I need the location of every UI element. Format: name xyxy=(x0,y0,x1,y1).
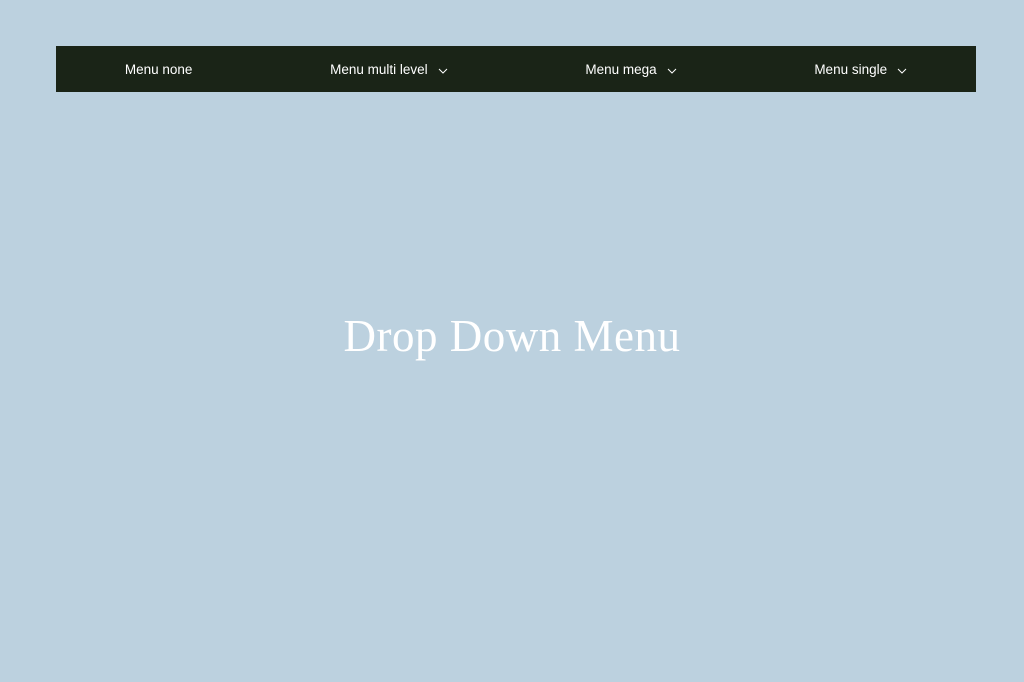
nav-item-menu-single[interactable]: Menu single xyxy=(814,62,907,77)
nav-label: Menu mega xyxy=(585,62,656,77)
main-nav: Menu none Menu multi level Menu mega Men… xyxy=(56,46,976,92)
nav-item-menu-mega[interactable]: Menu mega xyxy=(585,62,676,77)
chevron-down-icon xyxy=(897,68,907,74)
nav-label: Menu none xyxy=(125,62,193,77)
nav-label: Menu single xyxy=(814,62,887,77)
page-title: Drop Down Menu xyxy=(0,310,1024,362)
chevron-down-icon xyxy=(667,68,677,74)
nav-item-menu-none[interactable]: Menu none xyxy=(125,62,193,77)
nav-label: Menu multi level xyxy=(330,62,428,77)
nav-item-menu-multi-level[interactable]: Menu multi level xyxy=(330,62,448,77)
chevron-down-icon xyxy=(438,68,448,74)
